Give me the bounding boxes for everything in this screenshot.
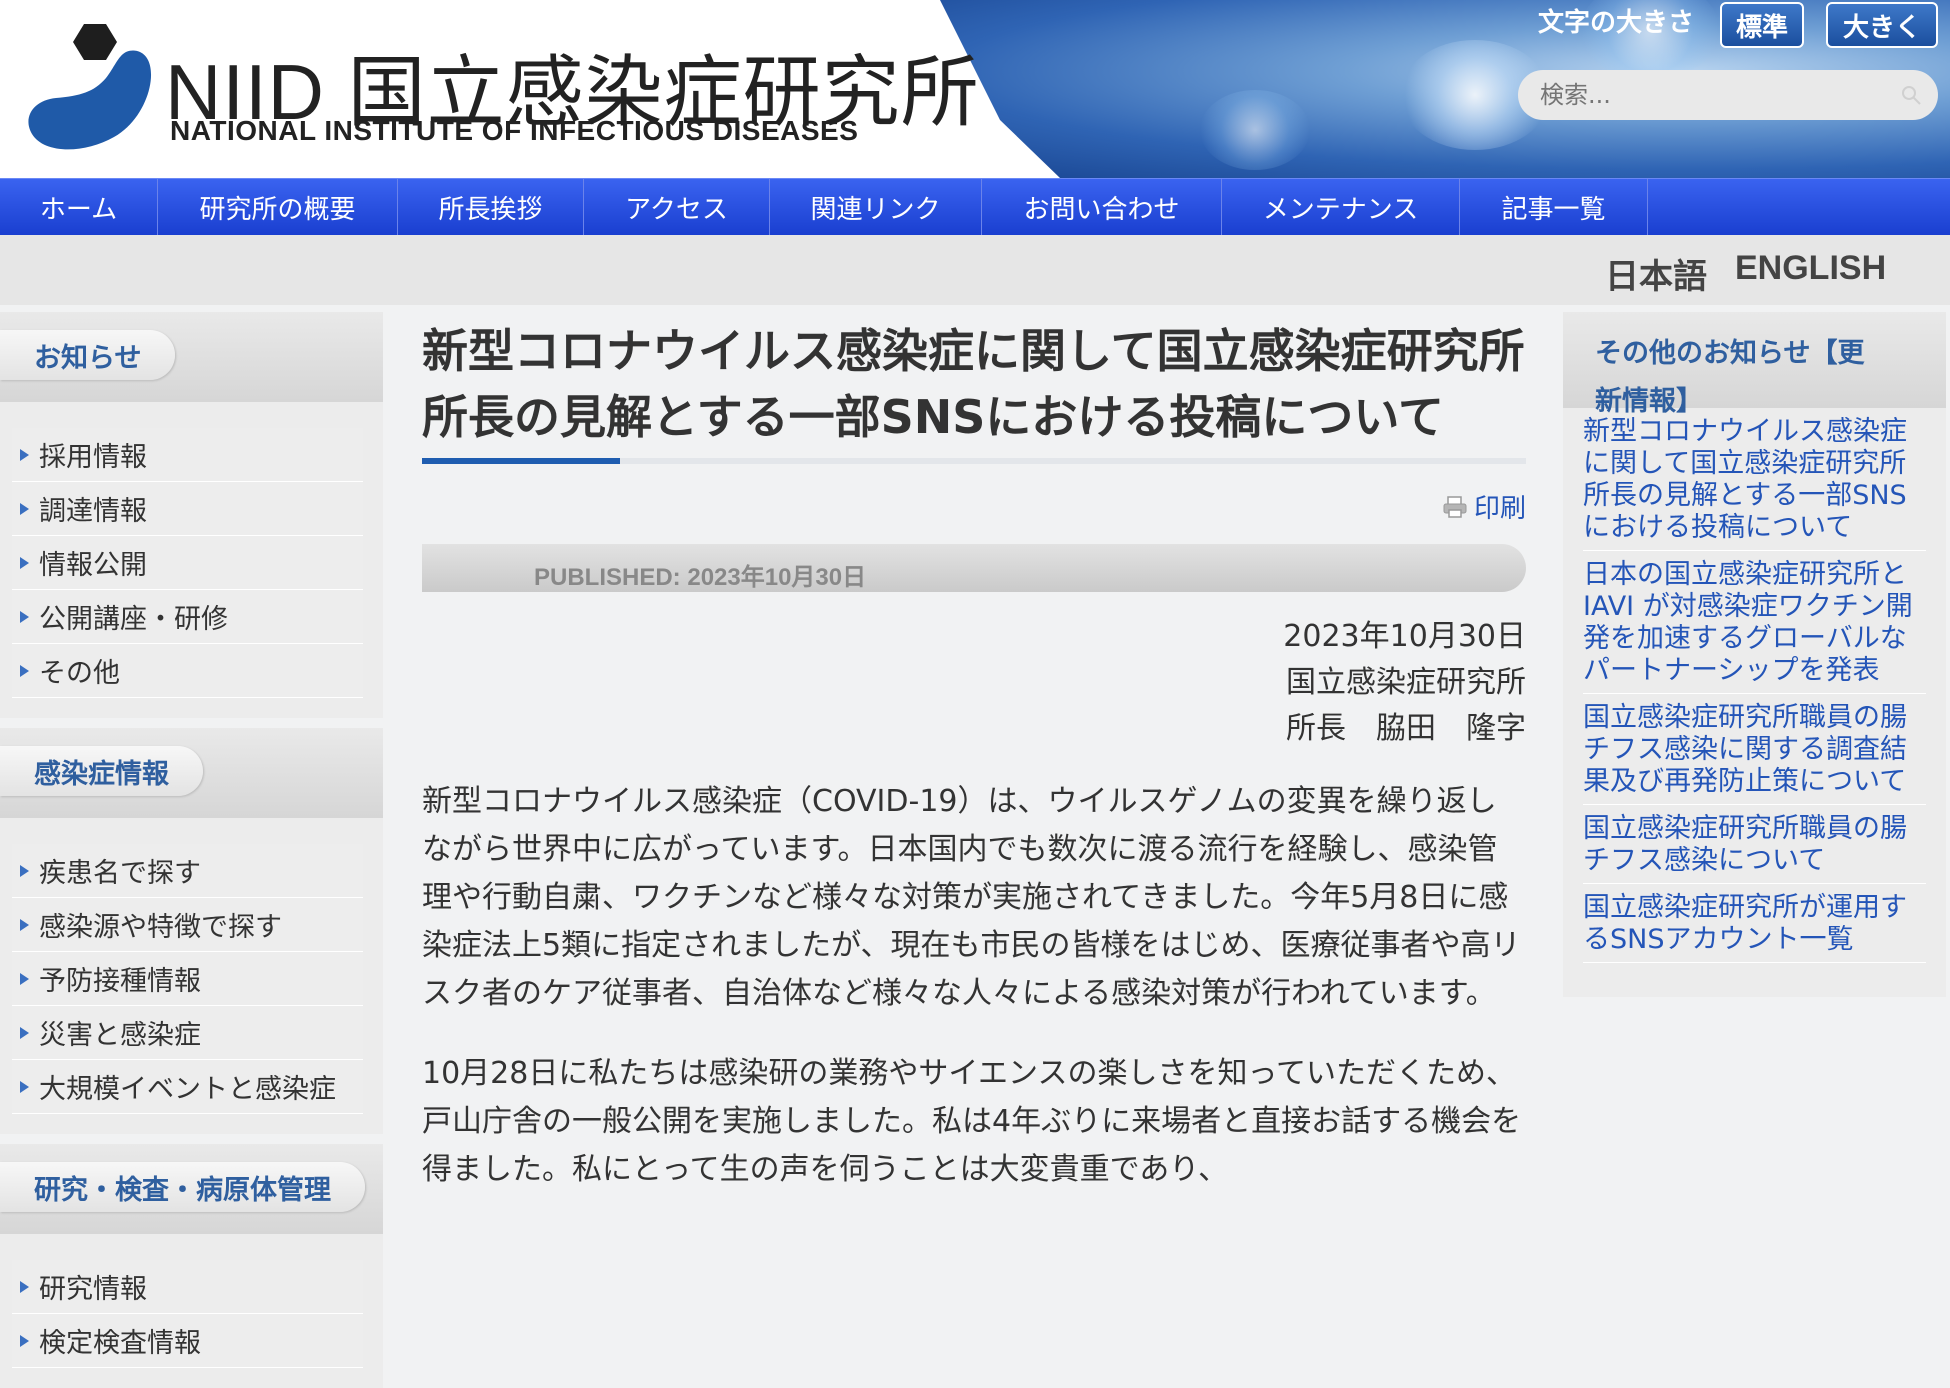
nav-item[interactable]: 記事一覧: [1460, 179, 1648, 236]
bullet-triangle-icon: [20, 448, 29, 461]
lang-japanese-link[interactable]: 日本語: [1605, 249, 1707, 298]
published-date: PUBLISHED: 2023年10月30日: [534, 564, 867, 591]
nav-item[interactable]: 研究所の概要: [158, 179, 398, 236]
sidebar-section-title[interactable]: お知らせ: [0, 330, 176, 380]
sidebar-item-label: 情報公開: [39, 550, 147, 581]
sidebar-item[interactable]: その他: [12, 644, 363, 698]
article: 新型コロナウイルス感染症に関して国立感染症研究所所長の見解とする一部SNSにおけ…: [422, 318, 1526, 1194]
bullet-triangle-icon: [20, 1334, 29, 1347]
search-icon[interactable]: [1900, 84, 1922, 106]
bullet-triangle-icon: [20, 502, 29, 515]
sidebar-item-label: 予防接種情報: [39, 966, 201, 997]
lang-english-link[interactable]: ENGLISH: [1735, 249, 1886, 288]
sidebar-section-list: 採用情報調達情報情報公開公開講座・研修 その他: [0, 402, 383, 718]
bullet-triangle-icon: [20, 610, 29, 623]
sidebar-item-label: 大規模イベントと感染症: [39, 1074, 336, 1105]
sidebar-item-label: 疾患名で探す: [39, 858, 201, 889]
sidebar-section-title[interactable]: 感染症情報: [0, 746, 203, 796]
news-list: 新型コロナウイルス感染症に関して国立感染症研究所所長の見解とする一部SNSにおけ…: [1563, 408, 1946, 963]
niid-logo-icon[interactable]: [22, 22, 157, 157]
sidebar-section-title[interactable]: 研究・検査・病原体管理: [0, 1162, 365, 1212]
news-link[interactable]: 国立感染症研究所が運用するSNSアカウント一覧: [1583, 884, 1926, 963]
sidebar-item[interactable]: 検定検査情報: [12, 1314, 363, 1368]
printer-icon: [1443, 495, 1467, 518]
sidebar-item[interactable]: 大規模イベントと感染症: [12, 1060, 363, 1114]
sidebar-item[interactable]: 感染源や特徴で探す: [12, 898, 363, 952]
news-link[interactable]: 国立感染症研究所職員の腸チフス感染について: [1583, 805, 1926, 884]
bullet-triangle-icon: [20, 918, 29, 931]
sidebar-item-label: 公開講座・研修: [39, 604, 228, 635]
bullet-triangle-icon: [20, 664, 29, 677]
signature: 2023年10月30日 国立感染症研究所 所長 脇田 隆字: [422, 614, 1526, 752]
nav-item[interactable]: メンテナンス: [1222, 179, 1460, 236]
signature-line: 国立感染症研究所: [1286, 665, 1526, 700]
sidebar-item-label: 災害と感染症: [39, 1020, 201, 1051]
sidebar-item-label: その他: [39, 658, 120, 689]
sidebar-item-label: 研究情報: [39, 1274, 147, 1305]
left-sidebar: お知らせ採用情報調達情報情報公開公開講座・研修 その他感染症情報疾患名で探す感染源…: [0, 312, 383, 1388]
search-box: [1518, 70, 1938, 120]
article-paragraph: 新型コロナウイルス感染症（COVID-19）は、ウイルスゲノムの変異を繰り返しな…: [422, 784, 1521, 1011]
sidebar-section-list: 疾患名で探す感染源や特徴で探す 予防接種情報 災害と感染症大規模イベントと感染症: [0, 818, 383, 1134]
signature-line: 2023年10月30日: [1283, 619, 1526, 654]
bullet-triangle-icon: [20, 1080, 29, 1093]
sidebar-section-list: 研究情報検定検査情報: [0, 1234, 383, 1388]
sidebar-section-header: お知らせ: [0, 312, 383, 402]
nav-item[interactable]: アクセス: [584, 179, 770, 236]
sidebar-item[interactable]: 災害と感染症: [12, 1006, 363, 1060]
bullet-triangle-icon: [20, 864, 29, 877]
sidebar-item[interactable]: 研究情報: [12, 1260, 363, 1314]
page-title: 新型コロナウイルス感染症に関して国立感染症研究所所長の見解とする一部SNSにおけ…: [422, 324, 1525, 444]
font-large-button[interactable]: 大きく: [1826, 2, 1938, 48]
sidebar-item[interactable]: 疾患名で探す: [12, 844, 363, 898]
sidebar-item[interactable]: 採用情報: [12, 428, 363, 482]
print-button[interactable]: 印刷: [1442, 488, 1526, 525]
news-link[interactable]: 日本の国立感染症研究所とIAVI が対感染症ワクチン開発を加速するグローバルなパ…: [1583, 551, 1926, 694]
nav-item[interactable]: お問い合わせ: [982, 179, 1222, 236]
article-paragraph: 10月28日に私たちは感染研の業務やサイエンスの楽しさを知っていただくため、戸山…: [422, 1056, 1522, 1187]
sidebar-section-header: 感染症情報: [0, 728, 383, 818]
sidebar-item-label: 感染源や特徴で探す: [39, 912, 282, 943]
sidebar-item[interactable]: 予防接種情報: [12, 952, 363, 1006]
bullet-triangle-icon: [20, 1280, 29, 1293]
sidebar-item[interactable]: 公開講座・研修: [12, 590, 363, 644]
nav-item[interactable]: 関連リンク: [770, 179, 982, 236]
site-header: NIID 国立感染症研究所 NATIONAL INSTITUTE OF INFE…: [0, 0, 1950, 178]
published-bar: PUBLISHED: 2023年10月30日: [422, 544, 1526, 592]
bullet-triangle-icon: [20, 556, 29, 569]
right-sidebar: その他のお知らせ【更新情報】 新型コロナウイルス感染症に関して国立感染症研究所所…: [1563, 312, 1946, 997]
sidebar-item-label: 採用情報: [39, 442, 147, 473]
font-size-label: 文字の大きさ: [1538, 8, 1695, 38]
sidebar-section-header: 研究・検査・病原体管理: [0, 1144, 383, 1234]
sidebar-item[interactable]: 調達情報: [12, 482, 363, 536]
sidebar-item[interactable]: 情報公開: [12, 536, 363, 590]
article-body: 新型コロナウイルス感染症（COVID-19）は、ウイルスゲノムの変異を繰り返しな…: [422, 778, 1526, 1194]
right-sidebar-title: その他のお知らせ【更新情報】: [1595, 338, 1865, 417]
nav-item[interactable]: 所長挨拶: [398, 179, 584, 236]
language-bar: 日本語 ENGLISH: [0, 235, 1950, 305]
news-link[interactable]: 国立感染症研究所職員の腸チフス感染に関する調査結果及び再発防止策について: [1583, 694, 1926, 805]
site-subtitle: NATIONAL INSTITUTE OF INFECTIOUS DISEASE…: [170, 115, 859, 146]
print-label: 印刷: [1473, 494, 1526, 524]
main-nav: ホーム 研究所の概要 所長挨拶 アクセス 関連リンク お問い合わせ メンテナンス 記事一覧: [0, 178, 1950, 236]
search-input[interactable]: [1540, 81, 1880, 109]
sidebar-item-label: 検定検査情報: [39, 1328, 201, 1359]
bullet-triangle-icon: [20, 1026, 29, 1039]
signature-line: 所長 脇田 隆字: [1286, 711, 1526, 746]
bullet-triangle-icon: [20, 972, 29, 985]
font-standard-button[interactable]: 標準: [1720, 2, 1804, 48]
sidebar-item-label: 調達情報: [39, 496, 147, 527]
nav-item[interactable]: ホーム: [0, 179, 158, 236]
